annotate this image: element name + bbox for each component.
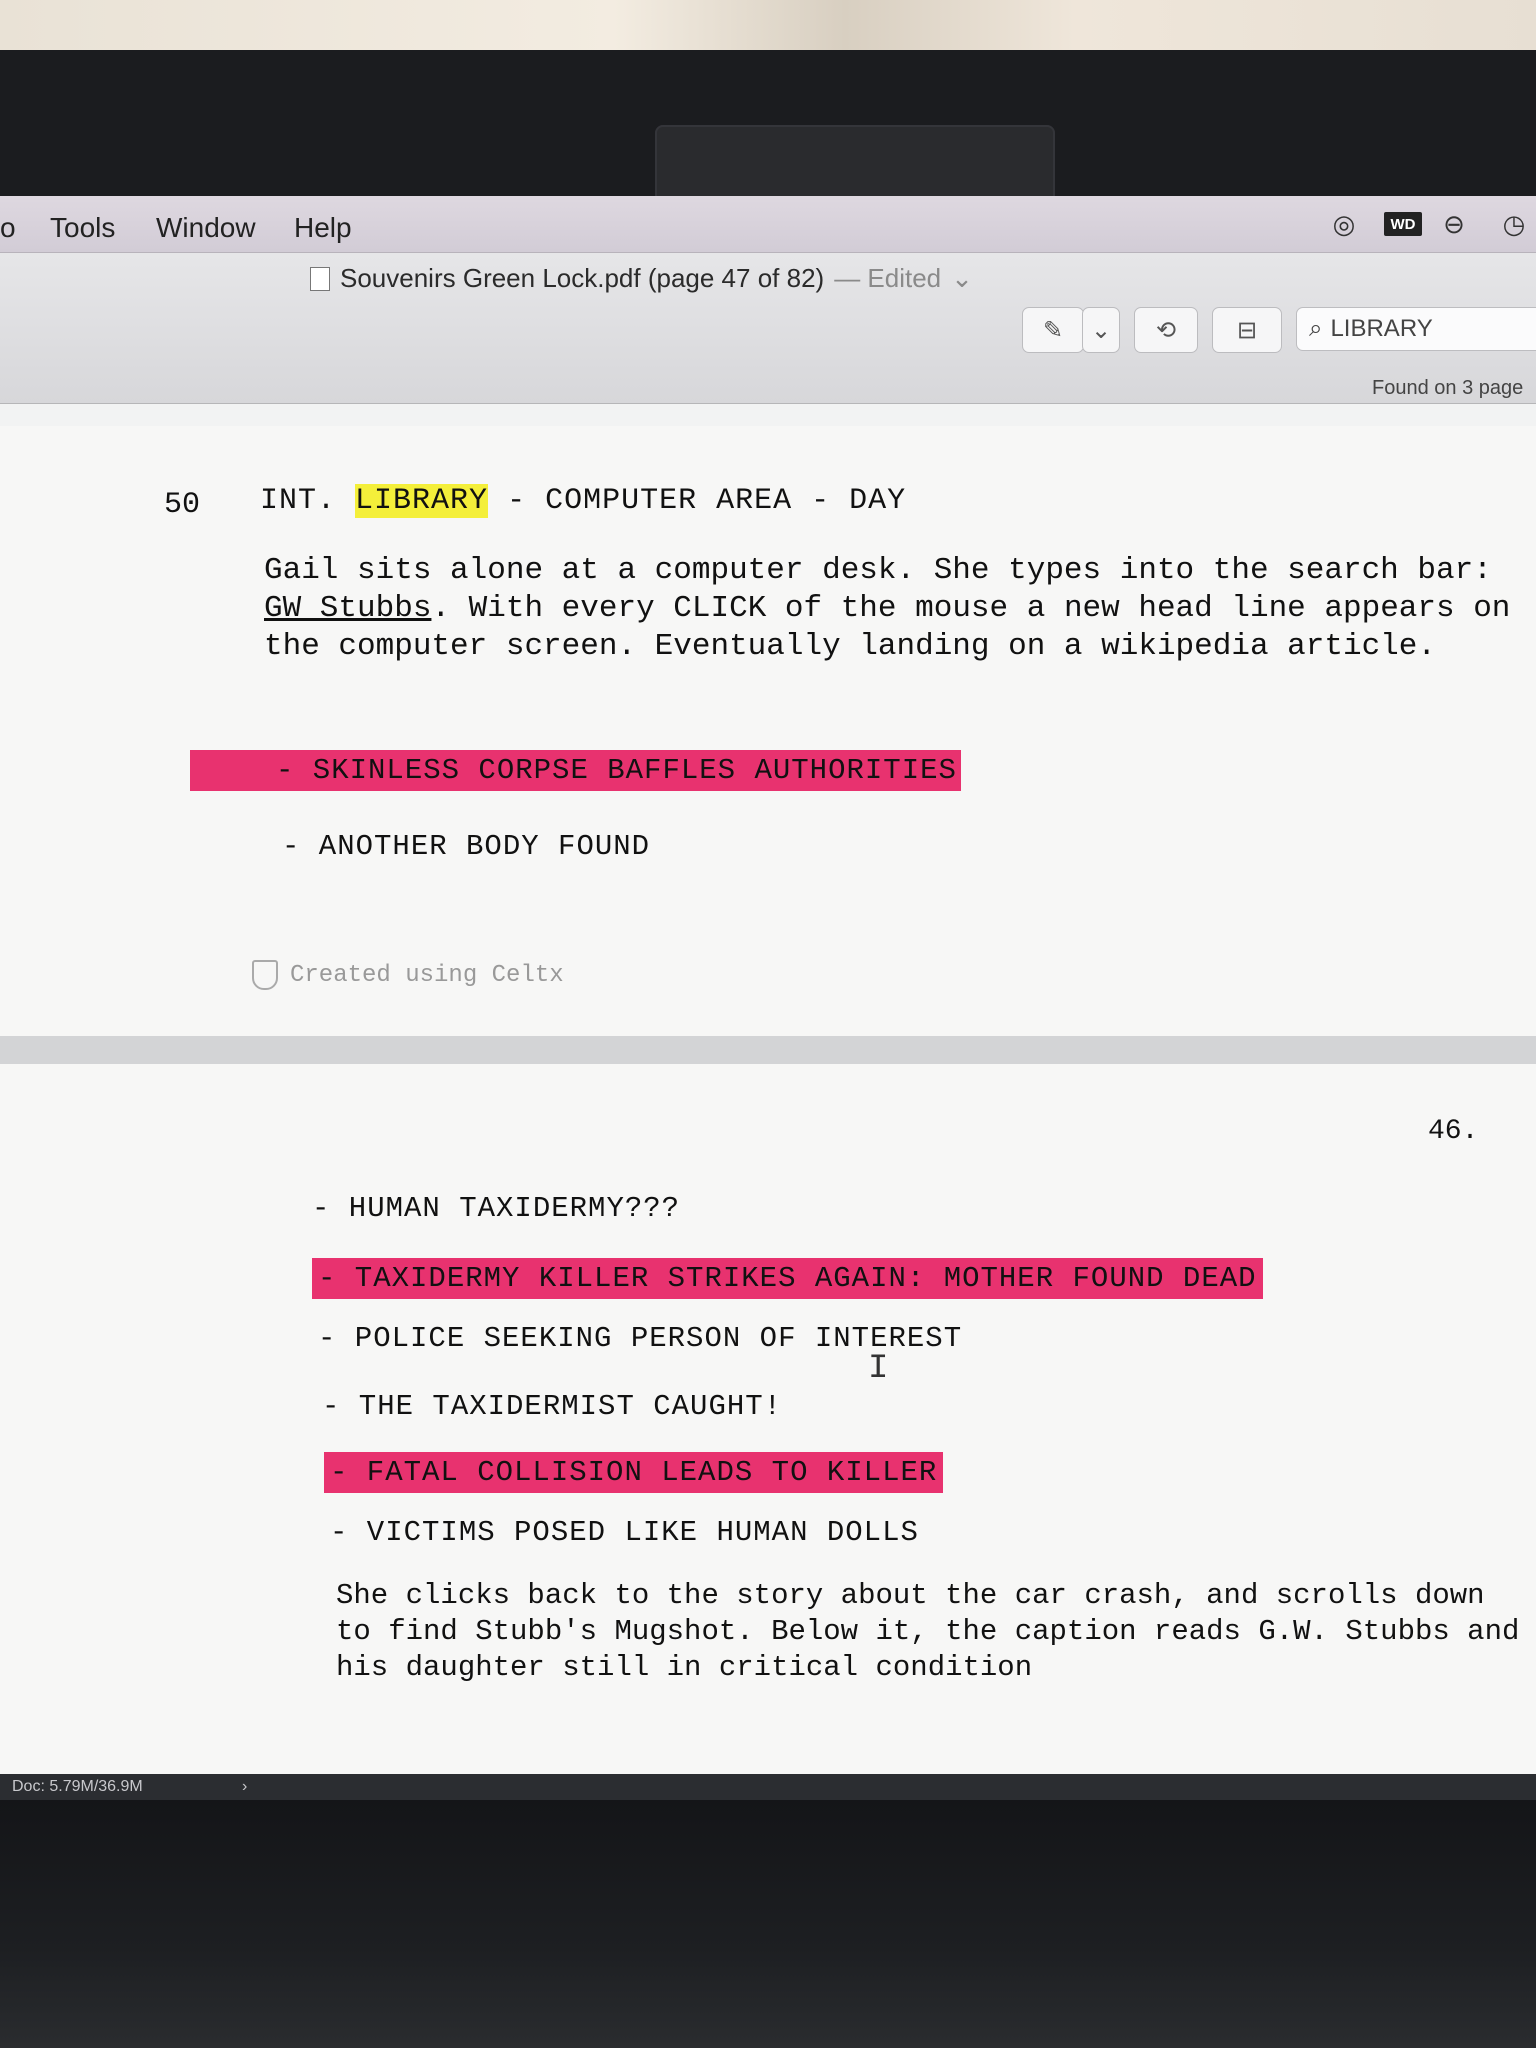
headline: - HUMAN TAXIDERMY???: [312, 1192, 681, 1225]
headline-highlighted[interactable]: - TAXIDERMY KILLER STRIKES AGAIN: MOTHER…: [312, 1258, 1263, 1299]
menu-item-help[interactable]: Help: [294, 212, 352, 244]
celtx-footer: Created using Celtx: [252, 960, 564, 990]
menu-item-go[interactable]: o: [0, 212, 16, 244]
toolbox-icon: ⊟: [1236, 316, 1258, 344]
celtx-credit-text: Created using Celtx: [290, 961, 564, 989]
headline: - POLICE SEEKING PERSON OF INTEREST: [318, 1322, 963, 1355]
sync-icon[interactable]: ⊖: [1434, 204, 1474, 244]
pen-icon: ✎: [1042, 316, 1064, 344]
menu-bar: o Tools Window Help ◎ WD ⊖ ◷: [0, 196, 1536, 253]
screen: o Tools Window Help ◎ WD ⊖ ◷ Souvenirs G…: [0, 196, 1536, 1800]
laptop-top-bezel: [0, 50, 1536, 227]
action-text-underlined: GW Stubbs: [264, 591, 432, 626]
scene-heading: INT. LIBRARY - COMPUTER AREA - DAY: [260, 484, 906, 518]
search-icon: ⌕: [1309, 315, 1323, 342]
pdf-document-icon: [310, 266, 330, 291]
search-input-value[interactable]: LIBRARY: [1330, 315, 1432, 343]
menu-item-tools[interactable]: Tools: [50, 212, 115, 244]
window-toolbar: Souvenirs Green Lock.pdf (page 47 of 82)…: [0, 253, 1536, 404]
headline: - THE TAXIDERMIST CAUGHT!: [322, 1390, 783, 1423]
rotate-icon: ⟲: [1155, 316, 1177, 344]
rotate-button[interactable]: ⟲: [1134, 307, 1198, 353]
wd-icon[interactable]: WD: [1384, 212, 1422, 236]
window-title: Souvenirs Green Lock.pdf (page 47 of 82)…: [310, 263, 973, 294]
page-number: 46.: [1428, 1116, 1479, 1147]
chevron-down-icon[interactable]: ⌄: [951, 263, 973, 294]
headline: - ANOTHER BODY FOUND: [282, 830, 651, 863]
headline-highlighted[interactable]: - FATAL COLLISION LEADS TO KILLER: [324, 1452, 944, 1493]
document-title: Souvenirs Green Lock.pdf (page 47 of 82): [340, 263, 825, 293]
menu-item-window[interactable]: Window: [156, 212, 256, 244]
action-paragraph: Gail sits alone at a computer desk. She …: [264, 552, 1536, 666]
scene-heading-suffix: - COMPUTER AREA - DAY: [507, 484, 907, 518]
laptop-bottom-bezel: [0, 1800, 1536, 2048]
markup-menu-button[interactable]: ⌄: [1082, 307, 1120, 353]
scene-number: 50: [164, 488, 201, 522]
page-separator: [0, 1036, 1536, 1064]
scene-heading-prefix: INT.: [260, 484, 337, 518]
chevron-down-icon: ⌄: [1090, 316, 1112, 344]
pdf-page-previous: 50 INT. LIBRARY - COMPUTER AREA - DAY Ga…: [0, 426, 1536, 1036]
action-paragraph: She clicks back to the story about the c…: [336, 1579, 1520, 1684]
headline-highlighted[interactable]: - SKINLESS CORPSE BAFFLES AUTHORITIES: [190, 750, 961, 791]
action-text-part2: . With every CLICK of the mouse a new he…: [264, 591, 1511, 664]
creative-cloud-icon[interactable]: ◎: [1324, 204, 1364, 244]
search-result-count: Found on 3 page: [1372, 377, 1524, 399]
pdf-page-current: 46. - HUMAN TAXIDERMY??? - TAXIDERMY KIL…: [0, 1064, 1536, 1800]
markup-button[interactable]: ✎: [1022, 307, 1084, 353]
edited-indicator[interactable]: — Edited: [834, 263, 941, 294]
doc-size-info: Doc: 5.79M/36.9M: [12, 1778, 143, 1795]
celtx-logo-icon: [252, 960, 278, 990]
chevron-right-icon[interactable]: ›: [242, 1778, 247, 1796]
search-highlight[interactable]: LIBRARY: [355, 484, 489, 518]
toolbox-button[interactable]: ⊟: [1212, 307, 1282, 353]
time-machine-icon[interactable]: ◷: [1494, 204, 1534, 244]
status-bar: Doc: 5.79M/36.9M ›: [0, 1774, 1536, 1800]
text-cursor-icon: I: [868, 1350, 889, 1388]
action-text-part1: Gail sits alone at a computer desk. She …: [264, 553, 1492, 588]
search-field[interactable]: ⌕ LIBRARY: [1296, 307, 1536, 351]
headline: - VICTIMS POSED LIKE HUMAN DOLLS: [330, 1516, 919, 1549]
